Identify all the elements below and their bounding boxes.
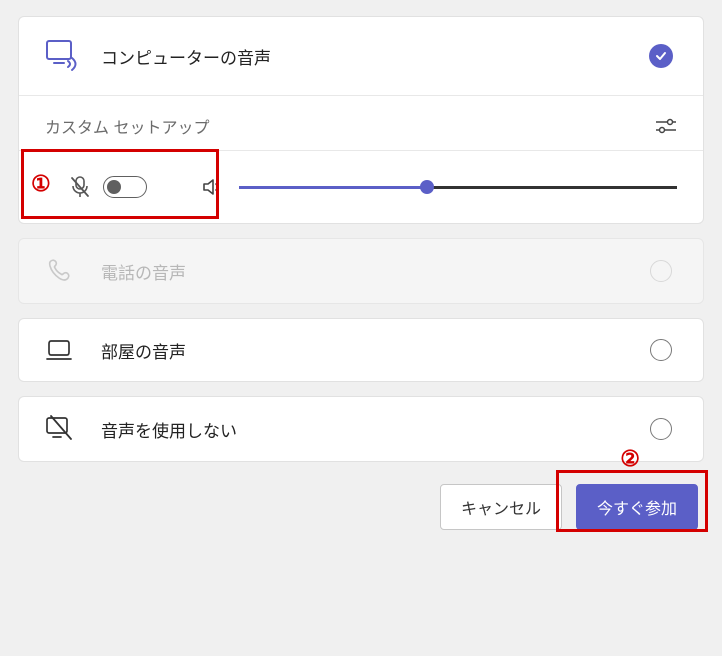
computer-audio-label: コンピューターの音声 bbox=[101, 44, 645, 69]
no-audio-card[interactable]: 音声を使用しない bbox=[18, 396, 704, 462]
computer-audio-card[interactable]: コンピューターの音声 カスタム セットアップ bbox=[18, 16, 704, 224]
volume-slider[interactable] bbox=[239, 186, 677, 189]
computer-audio-icon bbox=[45, 39, 101, 73]
phone-icon bbox=[45, 257, 101, 285]
settings-icon[interactable] bbox=[655, 117, 677, 135]
dialog-footer: ② キャンセル 今すぐ参加 bbox=[18, 462, 704, 538]
computer-muted-icon bbox=[45, 415, 101, 443]
cancel-button[interactable]: キャンセル bbox=[440, 484, 562, 530]
phone-audio-label: 電話の音声 bbox=[101, 259, 645, 284]
audio-options-panel: コンピューターの音声 カスタム セットアップ bbox=[18, 16, 704, 538]
mic-muted-icon bbox=[69, 175, 91, 199]
custom-setup-row: カスタム セットアップ bbox=[19, 95, 703, 150]
phone-audio-radio bbox=[650, 260, 672, 282]
computer-audio-selected-icon bbox=[649, 44, 673, 68]
phone-audio-card: 電話の音声 bbox=[18, 238, 704, 304]
custom-setup-label: カスタム セットアップ bbox=[45, 114, 655, 138]
room-audio-radio[interactable] bbox=[650, 339, 672, 361]
no-audio-radio[interactable] bbox=[650, 418, 672, 440]
mic-toggle[interactable] bbox=[103, 176, 147, 198]
room-audio-card[interactable]: 部屋の音声 bbox=[18, 318, 704, 382]
room-audio-label: 部屋の音声 bbox=[101, 338, 645, 363]
annotation-number-1: ① bbox=[31, 171, 51, 197]
speaker-icon bbox=[181, 176, 231, 198]
no-audio-label: 音声を使用しない bbox=[101, 417, 645, 442]
room-icon bbox=[45, 337, 101, 363]
join-button[interactable]: 今すぐ参加 bbox=[576, 484, 698, 530]
